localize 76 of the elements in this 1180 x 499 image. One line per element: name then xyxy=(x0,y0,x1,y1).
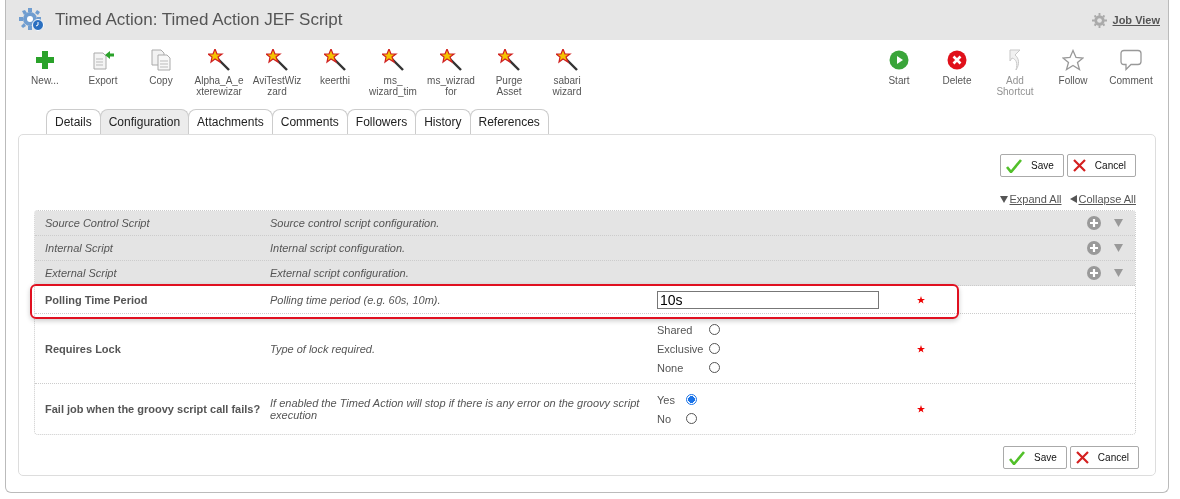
plus-circle-icon[interactable] xyxy=(1087,216,1101,230)
section-label: Internal Script xyxy=(44,242,114,254)
curved-arrow-icon xyxy=(1007,49,1023,71)
section-description: External script configuration. xyxy=(270,267,410,279)
option-label: Yes xyxy=(657,393,676,406)
tab[interactable]: References xyxy=(469,109,549,134)
triangle-down-icon[interactable] xyxy=(1114,244,1123,252)
plus-icon xyxy=(35,49,55,71)
toolbar-button[interactable]: keerthi xyxy=(306,49,364,109)
star-icon xyxy=(1062,49,1084,71)
toolbar-button[interactable]: Follow xyxy=(1044,49,1102,109)
option-label: No xyxy=(657,412,673,425)
triangle-left-icon xyxy=(1069,195,1077,203)
section-description: Source control script configuration. xyxy=(270,217,441,229)
magic-wand-icon xyxy=(498,49,520,71)
save-button[interactable]: Save xyxy=(1000,154,1064,177)
section-row[interactable]: External Script External script configuration. xyxy=(35,261,1135,286)
magic-wand-icon xyxy=(556,49,578,71)
magic-wand-icon xyxy=(266,49,288,71)
toolbar-button[interactable]: ms_wizrad for xyxy=(422,49,480,109)
window-title: Timed Action: Timed Action JEF Script xyxy=(55,10,343,30)
plus-circle-icon[interactable] xyxy=(1087,241,1101,255)
delete-icon xyxy=(947,49,967,71)
toolbar-button[interactable]: Start xyxy=(870,49,928,109)
field-label: Fail job when the groovy script call fails? xyxy=(44,403,262,415)
section-description: Internal script configuration. xyxy=(270,242,407,254)
toolbar-button[interactable]: ms_ wizard_tim xyxy=(364,49,422,109)
save-button[interactable]: Save xyxy=(1003,446,1067,469)
magic-wand-icon xyxy=(208,49,230,71)
magic-wand-icon xyxy=(440,49,462,71)
cancel-button[interactable]: Cancel xyxy=(1069,446,1139,469)
toolbar-button[interactable]: sabari wizard xyxy=(538,49,596,109)
triangle-down-icon xyxy=(999,195,1008,203)
triangle-down-icon[interactable] xyxy=(1114,269,1123,277)
magic-wand-icon xyxy=(382,49,404,71)
option-label: None xyxy=(657,361,685,374)
radio-button[interactable] xyxy=(686,394,697,405)
gear-clock-icon xyxy=(19,8,45,32)
input-field[interactable]: 10s xyxy=(657,290,879,309)
field-description: Type of lock required. xyxy=(270,342,376,355)
expand-all-link[interactable]: Expand All xyxy=(1009,193,1062,205)
magic-wand-icon xyxy=(324,49,346,71)
toolbar-button[interactable]: Comment xyxy=(1102,49,1160,109)
field-label: Requires Lock xyxy=(44,342,122,355)
close-icon xyxy=(1072,159,1086,172)
toolbar-button[interactable]: Purge Asset xyxy=(480,49,538,109)
toolbar-button[interactable]: Export xyxy=(74,49,132,109)
section-row[interactable]: Internal Script Internal script configuration. xyxy=(35,236,1135,261)
toolbar-button[interactable]: New... xyxy=(16,49,74,109)
tab[interactable]: Configuration xyxy=(99,109,190,134)
copy-icon xyxy=(150,49,172,71)
field-label: Polling Time Period xyxy=(44,293,149,306)
section-label: Source Control Script xyxy=(44,217,151,229)
check-icon xyxy=(1009,450,1026,465)
speech-bubble-icon xyxy=(1120,49,1142,71)
field-description: Polling time period (e.g. 60s, 10m). xyxy=(270,293,442,306)
toolbar-button[interactable]: AviTestWiz zard xyxy=(248,49,306,109)
section-label: External Script xyxy=(44,267,118,279)
toolbar-button[interactable]: Delete xyxy=(928,49,986,109)
option-label: Shared xyxy=(657,323,694,336)
field-description: If enabled the Timed Action will stop if there is any error on the groovy script execution xyxy=(270,397,641,421)
collapse-all-link[interactable]: Collapse All xyxy=(1078,193,1136,205)
play-icon xyxy=(889,49,909,71)
section-row[interactable]: Source Control Script Source control script configuration. xyxy=(35,211,1135,236)
document-arrow-icon xyxy=(92,49,114,71)
toolbar-button[interactable]: Copy xyxy=(132,49,190,109)
check-icon xyxy=(1006,158,1023,173)
job-view-link[interactable]: Job View xyxy=(1112,14,1160,26)
triangle-down-icon[interactable] xyxy=(1114,219,1123,227)
option-label: Exclusive xyxy=(657,342,705,355)
close-icon xyxy=(1075,451,1089,464)
plus-circle-icon[interactable] xyxy=(1087,266,1101,280)
cancel-button[interactable]: Cancel xyxy=(1066,154,1136,177)
gear-icon xyxy=(1091,12,1107,28)
tab[interactable]: Details xyxy=(46,109,101,134)
toolbar-button[interactable]: Alpha_A_e xterewizar xyxy=(190,49,248,109)
